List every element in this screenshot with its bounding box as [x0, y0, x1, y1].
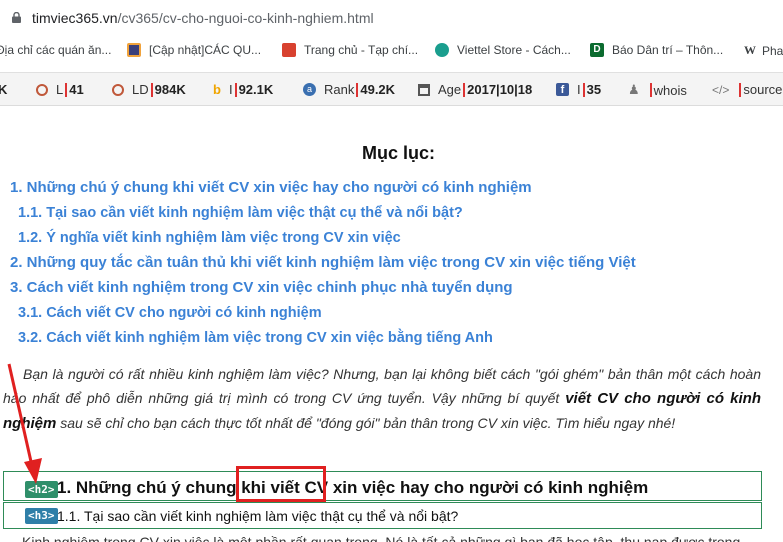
seo-metric-value: 92.1K	[238, 82, 274, 97]
seo-metric-label: L	[56, 82, 64, 97]
bookmark-label: Trang chủ - Tạp chí...	[304, 43, 419, 57]
seo-metric-label: Age	[438, 82, 462, 97]
circle-icon	[112, 83, 124, 96]
seo-metric-facebook[interactable]: f I 35	[556, 82, 601, 97]
highlight-box	[236, 466, 326, 502]
url-path: /cv365/cv-cho-nguoi-co-kinh-nghiem.html	[117, 10, 374, 26]
seo-metric[interactable]: K	[0, 82, 7, 97]
seo-metric-label: I	[228, 82, 233, 97]
seo-metric-l[interactable]: L 41	[36, 82, 84, 97]
code-icon: </>	[712, 82, 730, 97]
separator	[739, 82, 742, 97]
seo-metric-value: 984K	[154, 82, 186, 97]
circle-icon	[36, 83, 48, 96]
bookmark-label: Báo Dân trí – Thôn...	[612, 43, 724, 57]
seo-whois-label: whois	[653, 82, 687, 98]
bookmark-item[interactable]: W Pha	[744, 43, 783, 58]
site-favicon-icon	[127, 43, 141, 57]
bookmark-label: Viettel Store - Cách...	[457, 43, 571, 57]
seo-whois[interactable]: ♟ whois	[628, 82, 687, 98]
toc-link[interactable]: 2. Những quy tắc cần tuân thủ khi viết k…	[10, 254, 636, 271]
annotation-arrow-icon	[7, 363, 42, 484]
user-icon: ♟	[628, 82, 640, 97]
flag-icon	[282, 43, 296, 57]
bookmark-label: Địa chỉ các quán ăn...	[0, 43, 112, 57]
article-content: Mục lục: 1. Những chú ý chung khi viết C…	[0, 106, 783, 542]
seo-metric-bing[interactable]: b I 92.1K	[213, 82, 273, 97]
seo-metric-age[interactable]: Age 2017|10|18	[418, 82, 532, 97]
h3-tag-badge: <h3>	[25, 508, 58, 524]
bookmark-label: Pha	[762, 43, 783, 58]
seo-metric-label: LD	[132, 82, 149, 97]
facebook-icon: f	[556, 83, 569, 96]
separator	[150, 82, 153, 97]
dantri-icon: D	[590, 43, 604, 57]
separator	[234, 82, 237, 97]
bookmark-label: [Cập nhật]CÁC QU...	[149, 43, 262, 57]
bing-icon: b	[213, 82, 221, 97]
bookmarks-bar: Địa chỉ các quán ăn... [Cập nhật]CÁC QU.…	[0, 36, 783, 66]
toc-link[interactable]: 1.2. Ý nghĩa viết kinh nghiệm làm việc t…	[18, 230, 401, 246]
bookmark-item[interactable]: Viettel Store - Cách...	[435, 43, 571, 57]
separator	[649, 83, 652, 97]
calendar-icon	[418, 83, 430, 96]
wikipedia-icon: W	[744, 43, 756, 57]
seo-metric-rank[interactable]: a Rank 49.2K	[303, 82, 395, 97]
seo-metric-label: Rank	[324, 82, 355, 97]
bookmark-item[interactable]: [Cập nhật]CÁC QU...	[127, 43, 261, 57]
seo-toolbar: K L41 LD984K bI92.1K aRank49.2K Age2017|…	[0, 72, 783, 106]
seo-metric-value: 35	[586, 82, 602, 97]
url-text[interactable]: timviec365.vn/cv365/cv-cho-nguoi-co-kinh…	[32, 10, 374, 26]
toc-title: Mục lục:	[361, 143, 435, 163]
seo-metric-label: K	[0, 82, 7, 97]
h2-heading-row: <h2> 1. Những chú ý chung khi viết CV xi…	[3, 466, 762, 502]
alexa-icon: a	[303, 83, 316, 96]
seo-source[interactable]: </> source	[712, 82, 782, 97]
seo-metric-value: 2017|10|18	[467, 82, 533, 97]
separator	[356, 82, 359, 97]
h2-heading: 1. Những chú ý chung khi viết CV xin việ…	[57, 478, 649, 497]
seo-metric-value: 41	[69, 82, 84, 97]
toc-link[interactable]: 1. Những chú ý chung khi viết CV xin việ…	[10, 179, 532, 196]
seo-metric-value: 49.2K	[360, 82, 396, 97]
bookmark-item[interactable]: Trang chủ - Tạp chí...	[282, 43, 418, 57]
h3-heading: 1.1. Tại sao cần viết kinh nghiệm làm vi…	[57, 508, 459, 524]
address-bar[interactable]: timviec365.vn/cv365/cv-cho-nguoi-co-kinh…	[0, 0, 783, 36]
toc-link[interactable]: 3. Cách viết kinh nghiệm trong CV xin vi…	[10, 279, 513, 296]
bookmark-item[interactable]: Địa chỉ các quán ăn...	[0, 43, 111, 57]
seo-metric-label: I	[577, 82, 581, 97]
separator	[65, 82, 68, 97]
viettel-icon	[435, 43, 449, 57]
url-host: timviec365.vn	[32, 10, 118, 26]
toc-link[interactable]: 1.1. Tại sao cần viết kinh nghiệm làm vi…	[18, 205, 463, 221]
seo-source-label: source	[743, 82, 783, 97]
toc-link[interactable]: 3.2. Cách viết kinh nghiệm làm việc tron…	[18, 330, 493, 346]
separator	[582, 82, 585, 97]
seo-metric-ld[interactable]: LD 984K	[112, 82, 186, 97]
intro-text: sau sẽ chỉ cho bạn cách thực tốt nhất để…	[56, 415, 676, 431]
lock-icon	[12, 12, 21, 23]
separator	[463, 82, 466, 97]
toc-link[interactable]: 3.1. Cách viết CV cho người có kinh nghi…	[18, 305, 322, 321]
body-paragraph: Kinh nghiệm trong CV xin việc là một phầ…	[22, 534, 741, 542]
intro-paragraph: Bạn là người có rất nhiều kinh nghiệm là…	[3, 362, 761, 436]
bookmark-item[interactable]: D Báo Dân trí – Thôn...	[590, 43, 723, 57]
h3-heading-row: <h3> 1.1. Tại sao cần viết kinh nghiệm l…	[3, 502, 762, 529]
